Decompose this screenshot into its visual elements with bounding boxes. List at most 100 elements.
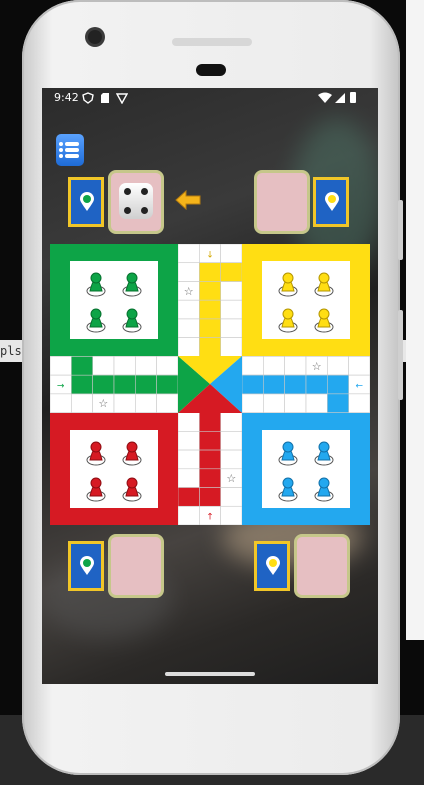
signal-icon — [335, 93, 345, 103]
track-cell — [71, 393, 93, 413]
track-cell — [220, 299, 243, 320]
player-avatar-top-right — [313, 177, 349, 227]
red-path-cell — [199, 468, 221, 488]
wifi-icon — [318, 92, 332, 103]
track-cell — [135, 356, 157, 376]
dice-pip — [141, 188, 148, 195]
track-cell — [135, 393, 157, 413]
track-cell — [305, 393, 328, 413]
dice-pip — [141, 207, 148, 214]
track-cell — [177, 505, 200, 525]
track-cell — [220, 487, 243, 507]
track-cell — [156, 393, 179, 413]
track-cell — [177, 318, 200, 338]
green-path-cell — [71, 374, 93, 395]
track-cell — [327, 356, 349, 376]
green-path-cell — [156, 374, 179, 395]
track-cell — [50, 356, 72, 376]
track-cell — [156, 356, 179, 376]
safe-star-icon: ☆ — [312, 360, 322, 373]
gesture-nav-bar[interactable] — [165, 672, 255, 676]
yellow-start-cell — [220, 262, 243, 282]
dice-pip — [124, 207, 131, 214]
player-card-bottom-right — [294, 534, 350, 598]
volume-button — [398, 200, 403, 260]
red-start-cell — [177, 487, 200, 507]
player-avatar-bottom-left — [68, 541, 104, 591]
power-button — [398, 310, 403, 400]
blue-path-cell — [284, 374, 307, 395]
phone-screen: 9:42 ☆ ☆ ☆ ☆ → ↓ ← ↑ — [42, 88, 378, 684]
track-cell — [220, 337, 243, 357]
track-cell — [177, 412, 200, 432]
safe-star-icon: ☆ — [184, 285, 194, 298]
map-pin-icon — [80, 192, 94, 211]
yellow-arrow-icon: ↓ — [206, 250, 214, 260]
blue-path-cell — [305, 374, 328, 395]
green-path-cell — [92, 374, 115, 395]
track-cell — [220, 412, 243, 432]
track-cell — [220, 505, 243, 525]
track-cell — [220, 449, 243, 470]
track-cell — [92, 356, 115, 376]
safe-star-icon: ☆ — [98, 397, 108, 410]
track-cell — [177, 431, 200, 451]
player-card-bottom-left — [108, 534, 164, 598]
player-card-top-left[interactable] — [108, 170, 164, 234]
player-avatar-bottom-right — [254, 541, 290, 591]
yellow-path-cell — [199, 281, 221, 301]
map-pin-icon — [80, 556, 94, 575]
blue-start-cell — [327, 393, 349, 413]
shield-icon — [82, 92, 94, 104]
track-cell — [220, 244, 243, 264]
earpiece-speaker — [196, 64, 226, 76]
sd-card-icon — [101, 93, 109, 103]
background-window-label: pls — [0, 340, 22, 362]
front-camera — [88, 30, 102, 44]
track-cell — [177, 468, 200, 488]
status-time: 9:42 — [54, 91, 79, 104]
green-home-inner — [70, 261, 158, 339]
track-cell — [177, 244, 200, 264]
player-avatar-top-left — [68, 177, 104, 227]
blue-path-cell — [327, 374, 349, 395]
yellow-path-cell — [199, 318, 221, 338]
red-path-cell — [199, 449, 221, 470]
dice-pip — [124, 188, 131, 195]
arrow-left-icon — [175, 189, 201, 211]
track-cell — [241, 393, 264, 413]
dice-button[interactable] — [119, 183, 153, 219]
track-cell — [177, 449, 200, 470]
green-path-cell — [113, 374, 136, 395]
track-cell — [348, 356, 370, 376]
yellow-path-cell — [199, 337, 221, 357]
red-path-cell — [199, 431, 221, 451]
green-path-cell — [135, 374, 157, 395]
earpiece-grille — [172, 38, 252, 46]
track-cell — [348, 393, 370, 413]
track-cell — [113, 393, 136, 413]
track-cell — [220, 431, 243, 451]
track-cell — [50, 393, 72, 413]
blue-path-cell — [241, 374, 264, 395]
track-cell — [220, 318, 243, 338]
ludo-board[interactable]: ☆ ☆ ☆ ☆ → ↓ ← ↑ — [50, 244, 370, 525]
track-cell — [177, 299, 200, 320]
status-bar: 9:42 — [42, 88, 378, 108]
track-cell — [284, 393, 307, 413]
map-pin-icon — [266, 556, 280, 575]
track-cell — [113, 356, 136, 376]
yellow-home-inner — [262, 261, 350, 339]
red-path-cell — [199, 487, 221, 507]
menu-button[interactable] — [56, 134, 84, 166]
green-arrow-icon: → — [57, 382, 65, 392]
track-cell — [263, 393, 285, 413]
map-pin-icon — [325, 192, 339, 211]
track-cell — [220, 281, 243, 301]
green-start-cell — [71, 356, 93, 376]
blue-path-cell — [263, 374, 285, 395]
track-cell — [177, 337, 200, 357]
blue-home-inner — [262, 430, 350, 508]
vpn-icon — [116, 93, 128, 104]
yellow-path-cell — [199, 262, 221, 282]
